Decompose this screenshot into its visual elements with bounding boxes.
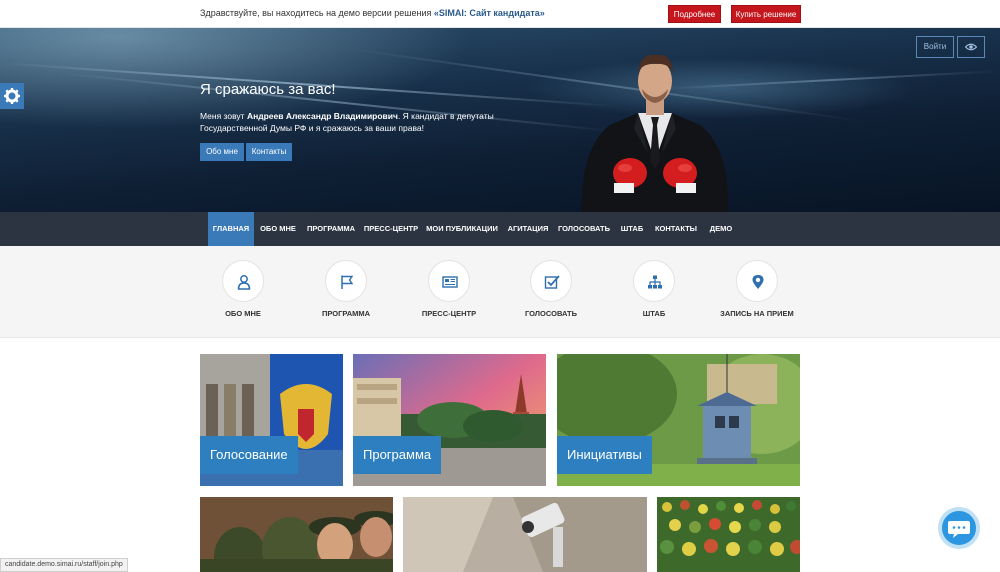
nav-item-home[interactable]: ГЛАВНАЯ — [208, 212, 254, 246]
chat-widget-button[interactable] — [938, 507, 980, 549]
buy-solution-button[interactable]: Купить решение — [731, 5, 801, 23]
sitemap-icon — [648, 275, 662, 289]
tile-crowd-image — [657, 497, 800, 572]
feature-label[interactable]: ГОЛОСОВАТЬ — [516, 309, 586, 318]
browser-status-url: candidate.demo.simai.ru/staff/join.php — [0, 558, 128, 572]
map-marker-icon — [752, 275, 764, 289]
more-info-button[interactable]: Подробнее — [668, 5, 721, 23]
hero-banner: Я сражаюсь за вас! Меня зовут Андреев Ал… — [0, 28, 1000, 212]
settings-panel-toggle[interactable] — [0, 83, 24, 109]
tile-camera-image — [403, 497, 647, 572]
nav-item-press-center[interactable]: ПРЕСС-ЦЕНТР — [362, 212, 420, 246]
tile-crowd[interactable] — [657, 497, 800, 572]
nav-item-contacts[interactable]: КОНТАКТЫ — [652, 212, 700, 246]
nav-item-about[interactable]: ОБО МНЕ — [256, 212, 300, 246]
tile-initiatives-label[interactable]: Инициативы — [557, 436, 652, 474]
user-icon — [237, 275, 251, 290]
tile-soldiers[interactable] — [200, 497, 393, 572]
tile-voting-label[interactable]: Голосование — [200, 436, 298, 474]
nav-item-program[interactable]: ПРОГРАММА — [304, 212, 358, 246]
nav-item-vote[interactable]: ГОЛОСОВАТЬ — [556, 212, 612, 246]
demo-notice-bar: Здравствуйте, вы находитесь на демо верс… — [0, 0, 1000, 28]
newspaper-icon — [442, 276, 458, 288]
nav-item-agitation[interactable]: АГИТАЦИЯ — [504, 212, 552, 246]
about-me-button[interactable]: Обо мне — [200, 143, 244, 161]
login-button[interactable]: Войти — [916, 36, 954, 58]
feature-label[interactable]: ОБО МНЕ — [213, 309, 273, 318]
tile-initiatives[interactable]: Инициативы — [557, 354, 800, 486]
nav-item-demo[interactable]: ДЕМО — [704, 212, 738, 246]
main-navigation: ГЛАВНАЯ ОБО МНЕ ПРОГРАММА ПРЕСС-ЦЕНТР МО… — [0, 212, 1000, 246]
accessibility-button[interactable] — [957, 36, 985, 58]
nav-item-publications[interactable]: МОИ ПУБЛИКАЦИИ — [424, 212, 500, 246]
feature-label[interactable]: ЗАПИСЬ НА ПРИЕМ — [712, 309, 802, 318]
demo-solution-link[interactable]: «SIMAI: Сайт кандидата» — [434, 8, 545, 18]
eye-icon — [965, 43, 977, 51]
feature-headquarters-link[interactable] — [633, 260, 675, 302]
demo-notice-text: Здравствуйте, вы находитесь на демо верс… — [200, 8, 545, 18]
contacts-button[interactable]: Контакты — [246, 143, 292, 161]
feature-program-link[interactable] — [325, 260, 367, 302]
tile-program[interactable]: Программа — [353, 354, 546, 486]
candidate-photo — [581, 54, 729, 212]
tile-camera[interactable] — [403, 497, 647, 572]
flag-icon — [341, 275, 354, 289]
checkbox-icon — [544, 275, 560, 289]
chat-icon — [948, 521, 970, 538]
feature-vote-link[interactable] — [530, 260, 572, 302]
feature-about-link[interactable] — [222, 260, 264, 302]
feature-label[interactable]: ШТАБ — [624, 309, 684, 318]
tile-program-label[interactable]: Программа — [353, 436, 442, 474]
feature-press-center-link[interactable] — [428, 260, 470, 302]
tile-voting[interactable]: Голосование — [200, 354, 343, 486]
feature-label[interactable]: ПРОГРАММА — [311, 309, 381, 318]
hero-title: Я сражаюсь за вас! — [200, 81, 336, 98]
tile-soldiers-image — [200, 497, 393, 572]
demo-notice-prefix: Здравствуйте, вы находитесь на демо верс… — [200, 8, 434, 18]
hero-desc-prefix: Меня зовут — [200, 111, 247, 121]
candidate-name: Андреев Александр Владимирович — [246, 111, 398, 121]
gear-icon — [4, 88, 20, 104]
hero-description: Меня зовут Андреев Александр Владимирови… — [200, 110, 510, 134]
nav-item-headquarters[interactable]: ШТАБ — [616, 212, 648, 246]
feature-appointment-link[interactable] — [736, 260, 778, 302]
feature-shortcuts: ОБО МНЕ ПРОГРАММА ПРЕСС-ЦЕНТР ГОЛОСОВАТЬ — [0, 246, 1000, 338]
feature-label[interactable]: ПРЕСС-ЦЕНТР — [409, 309, 489, 318]
